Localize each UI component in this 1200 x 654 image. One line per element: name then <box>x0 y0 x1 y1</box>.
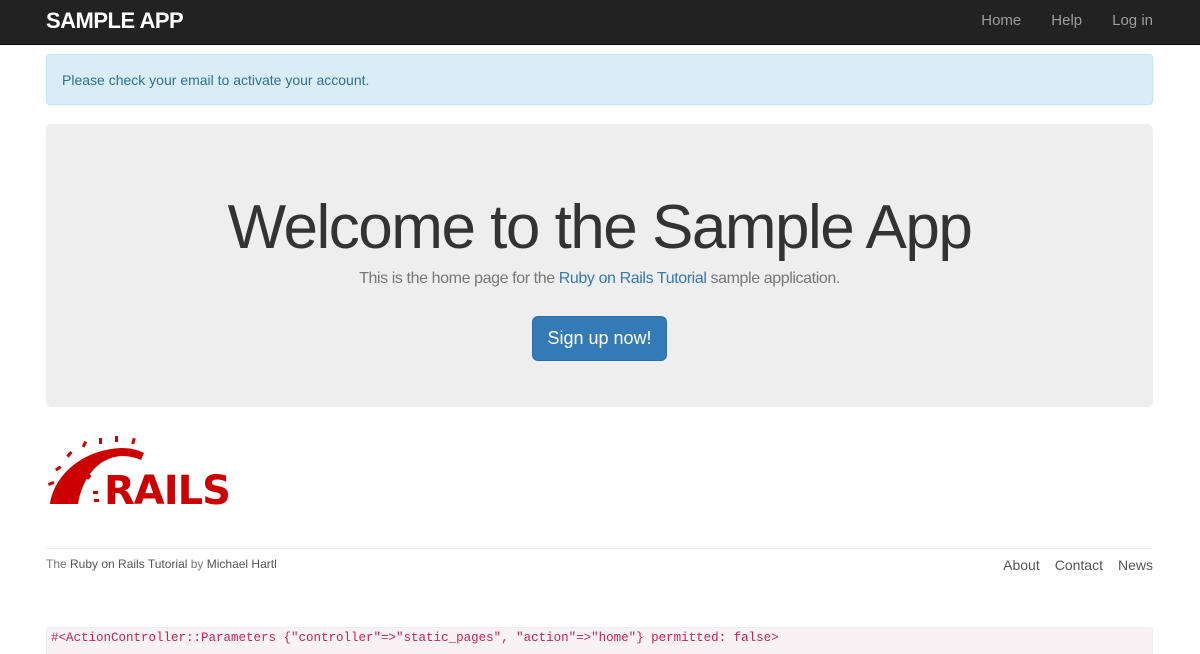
footer-credit: The Ruby on Rails Tutorial by Michael Ha… <box>46 557 277 571</box>
footer-tutorial-link[interactable]: Ruby on Rails Tutorial <box>70 557 187 571</box>
jumbotron: Welcome to the Sample App This is the ho… <box>46 124 1153 407</box>
nav-home-link[interactable]: Home <box>981 12 1021 29</box>
subtitle-prefix: This is the home page for the <box>359 270 559 287</box>
footer-author-link[interactable]: Michael Hartl <box>207 557 277 571</box>
rails-logo[interactable]: RAILS <box>46 436 242 506</box>
rails-logo-text: RAILS <box>104 468 230 506</box>
jumbotron-subtitle: This is the home page for the Ruby on Ra… <box>46 270 1153 288</box>
credit-mid: by <box>187 557 207 571</box>
tutorial-link[interactable]: Ruby on Rails Tutorial <box>559 270 707 287</box>
footer-about-link[interactable]: About <box>1003 557 1040 573</box>
footer-contact-link[interactable]: Contact <box>1055 557 1103 573</box>
navbar: SAMPLE APP Home Help Log in <box>0 0 1200 45</box>
nav-links: Home Help Log in <box>951 12 1153 29</box>
brand-logo-link[interactable]: SAMPLE APP <box>46 8 184 34</box>
page-title: Welcome to the Sample App <box>227 193 973 262</box>
debug-params: #<ActionController::Parameters {"control… <box>46 627 1153 654</box>
signup-button[interactable]: Sign up now! <box>532 316 667 361</box>
flash-alert-info: Please check your email to activate your… <box>46 54 1153 105</box>
footer-links: About Contact News <box>988 557 1153 573</box>
footer: The Ruby on Rails Tutorial by Michael Ha… <box>46 548 1153 573</box>
nav-help-link[interactable]: Help <box>1051 12 1082 29</box>
credit-prefix: The <box>46 557 71 571</box>
nav-login-link[interactable]: Log in <box>1112 12 1153 29</box>
footer-news-link[interactable]: News <box>1118 557 1153 573</box>
subtitle-suffix: sample application. <box>706 270 841 287</box>
